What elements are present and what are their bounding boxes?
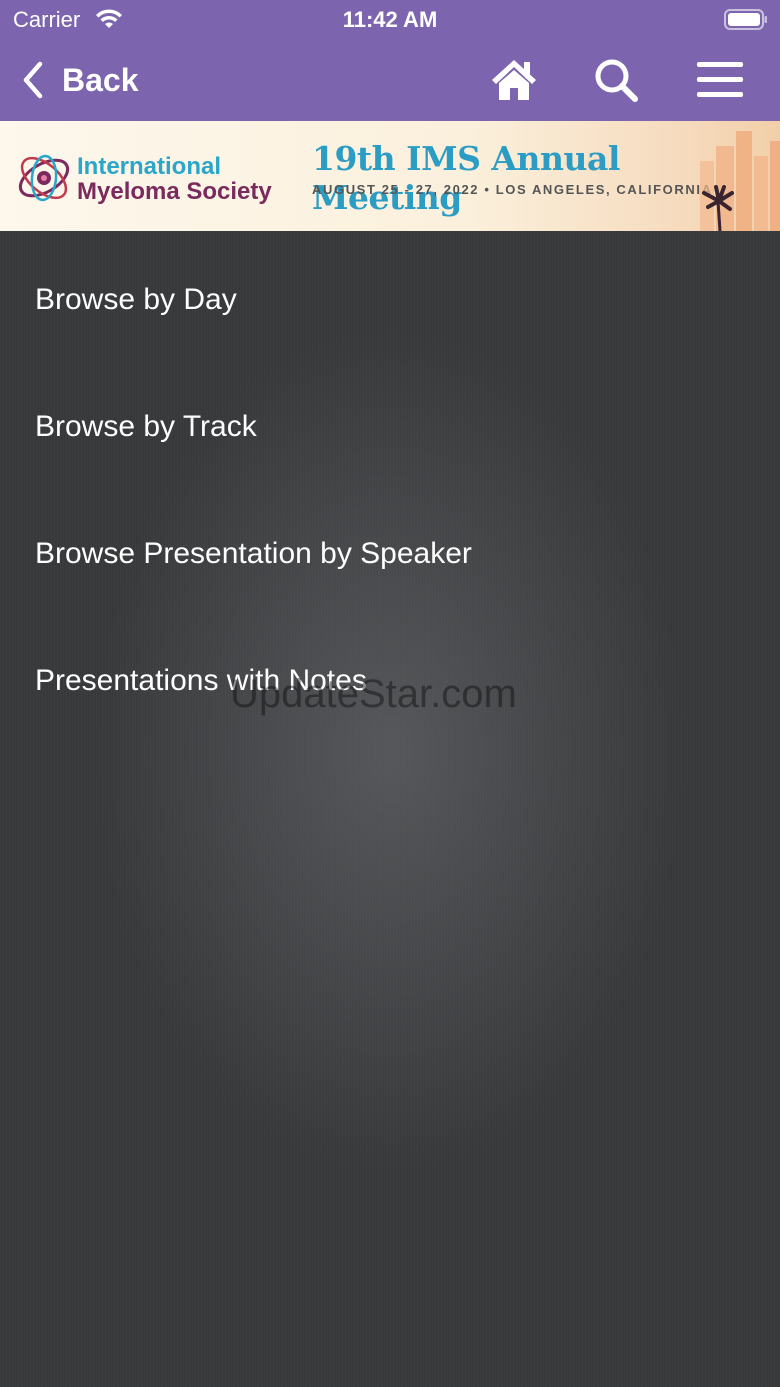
ims-logo-text: International Myeloma Society — [77, 154, 272, 204]
ims-logo-icon — [18, 154, 70, 202]
status-bar: Carrier 11:42 AM — [0, 0, 780, 40]
menu-item-browse-by-day[interactable]: Browse by Day — [0, 231, 780, 358]
content-area: Browse by Day Browse by Track Browse Pre… — [0, 231, 780, 1387]
logo-line-1: International — [77, 153, 222, 180]
logo-line-2: Myeloma Society — [77, 178, 272, 205]
list-item-label: Presentations with Notes — [35, 664, 367, 697]
screen: Carrier 11:42 AM Back International Myel… — [0, 0, 780, 1387]
hamburger-menu-icon[interactable] — [694, 56, 746, 104]
browse-menu-list: Browse by Day Browse by Track Browse Pre… — [0, 231, 780, 739]
list-item-label: Browse by Track — [35, 410, 257, 443]
list-item-label: Browse Presentation by Speaker — [35, 537, 472, 570]
city-skyline-image — [700, 131, 780, 231]
list-item-label: Browse by Day — [35, 283, 237, 316]
menu-item-browse-by-track[interactable]: Browse by Track — [0, 358, 780, 485]
search-icon[interactable] — [590, 56, 642, 104]
chevron-left-icon — [23, 61, 43, 99]
event-banner: International Myeloma Society 19th IMS A… — [0, 121, 780, 231]
clock: 11:42 AM — [342, 7, 438, 32]
meeting-subtitle: AUGUST 25 - 27, 2022 • LOS ANGELES, CALI… — [312, 182, 713, 197]
top-bar: Carrier 11:42 AM Back — [0, 0, 780, 121]
menu-item-presentations-with-notes[interactable]: Presentations with Notes — [0, 612, 780, 739]
home-icon[interactable] — [488, 56, 540, 104]
menu-item-browse-by-speaker[interactable]: Browse Presentation by Speaker — [0, 485, 780, 612]
back-button[interactable]: Back — [20, 58, 139, 102]
battery-icon — [724, 9, 767, 30]
back-label: Back — [62, 61, 139, 98]
